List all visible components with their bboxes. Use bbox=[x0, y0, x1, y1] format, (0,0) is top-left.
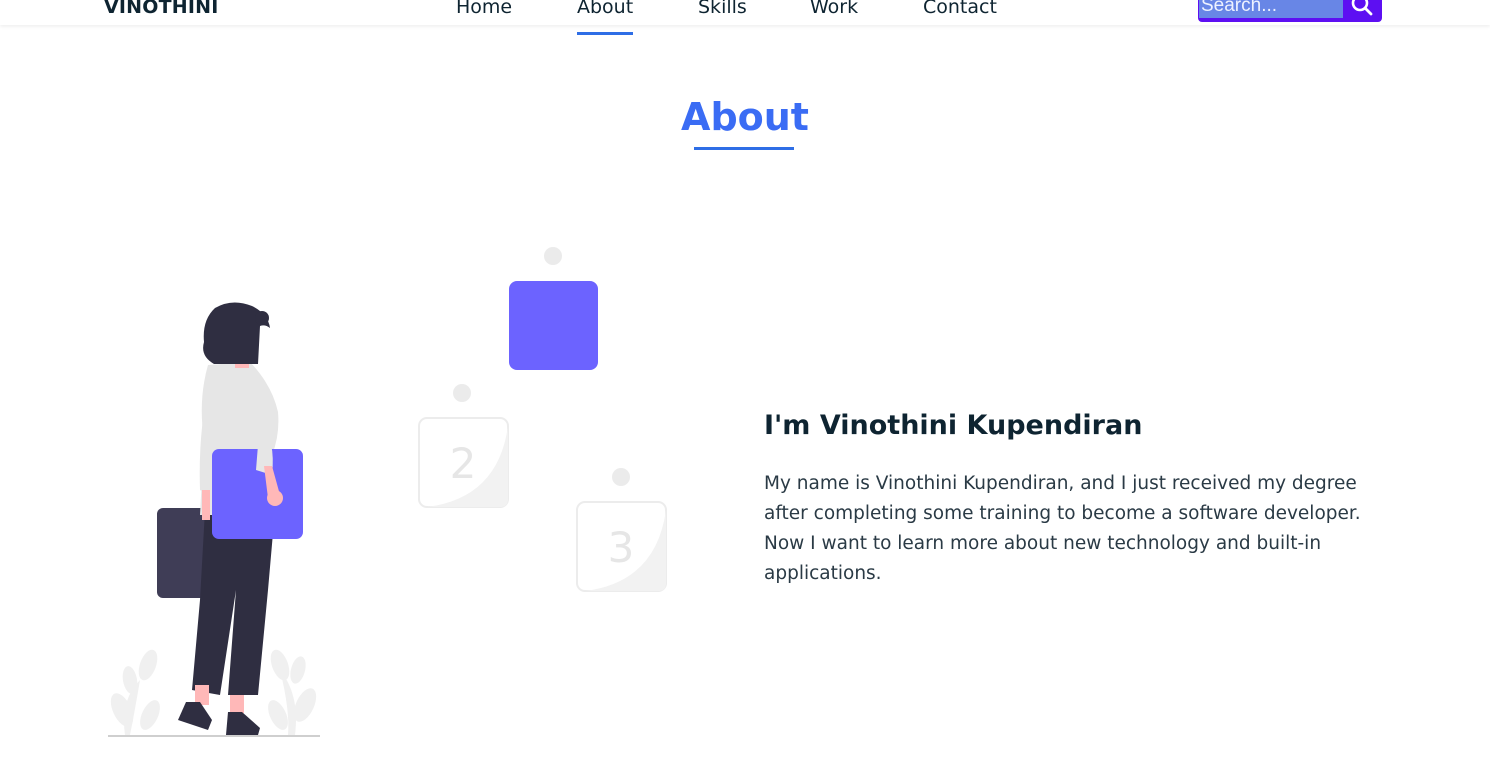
intro-heading: I'm Vinothini Kupendiran bbox=[764, 410, 1143, 441]
nav-skills[interactable]: Skills bbox=[698, 0, 747, 20]
search-button[interactable] bbox=[1344, 0, 1380, 18]
section-title: About bbox=[681, 95, 809, 139]
search-box bbox=[1198, 0, 1382, 22]
nav-work[interactable]: Work bbox=[810, 0, 858, 20]
nav-about[interactable]: About bbox=[577, 0, 634, 35]
site-logo[interactable]: VINOTHINI bbox=[104, 0, 219, 20]
search-icon bbox=[1351, 0, 1373, 16]
about-illustration: 2 3 bbox=[108, 247, 667, 737]
card-number-2: 2 bbox=[450, 439, 477, 488]
site-header: VINOTHINI Home About Skills Work Contact bbox=[0, 0, 1490, 35]
card-number-3: 3 bbox=[608, 523, 635, 572]
nav-contact[interactable]: Contact bbox=[923, 0, 997, 20]
search-input[interactable] bbox=[1199, 0, 1343, 18]
intro-paragraph: My name is Vinothini Kupendiran, and I j… bbox=[764, 473, 1361, 584]
nav-home[interactable]: Home bbox=[456, 0, 512, 20]
title-underline bbox=[694, 147, 794, 150]
